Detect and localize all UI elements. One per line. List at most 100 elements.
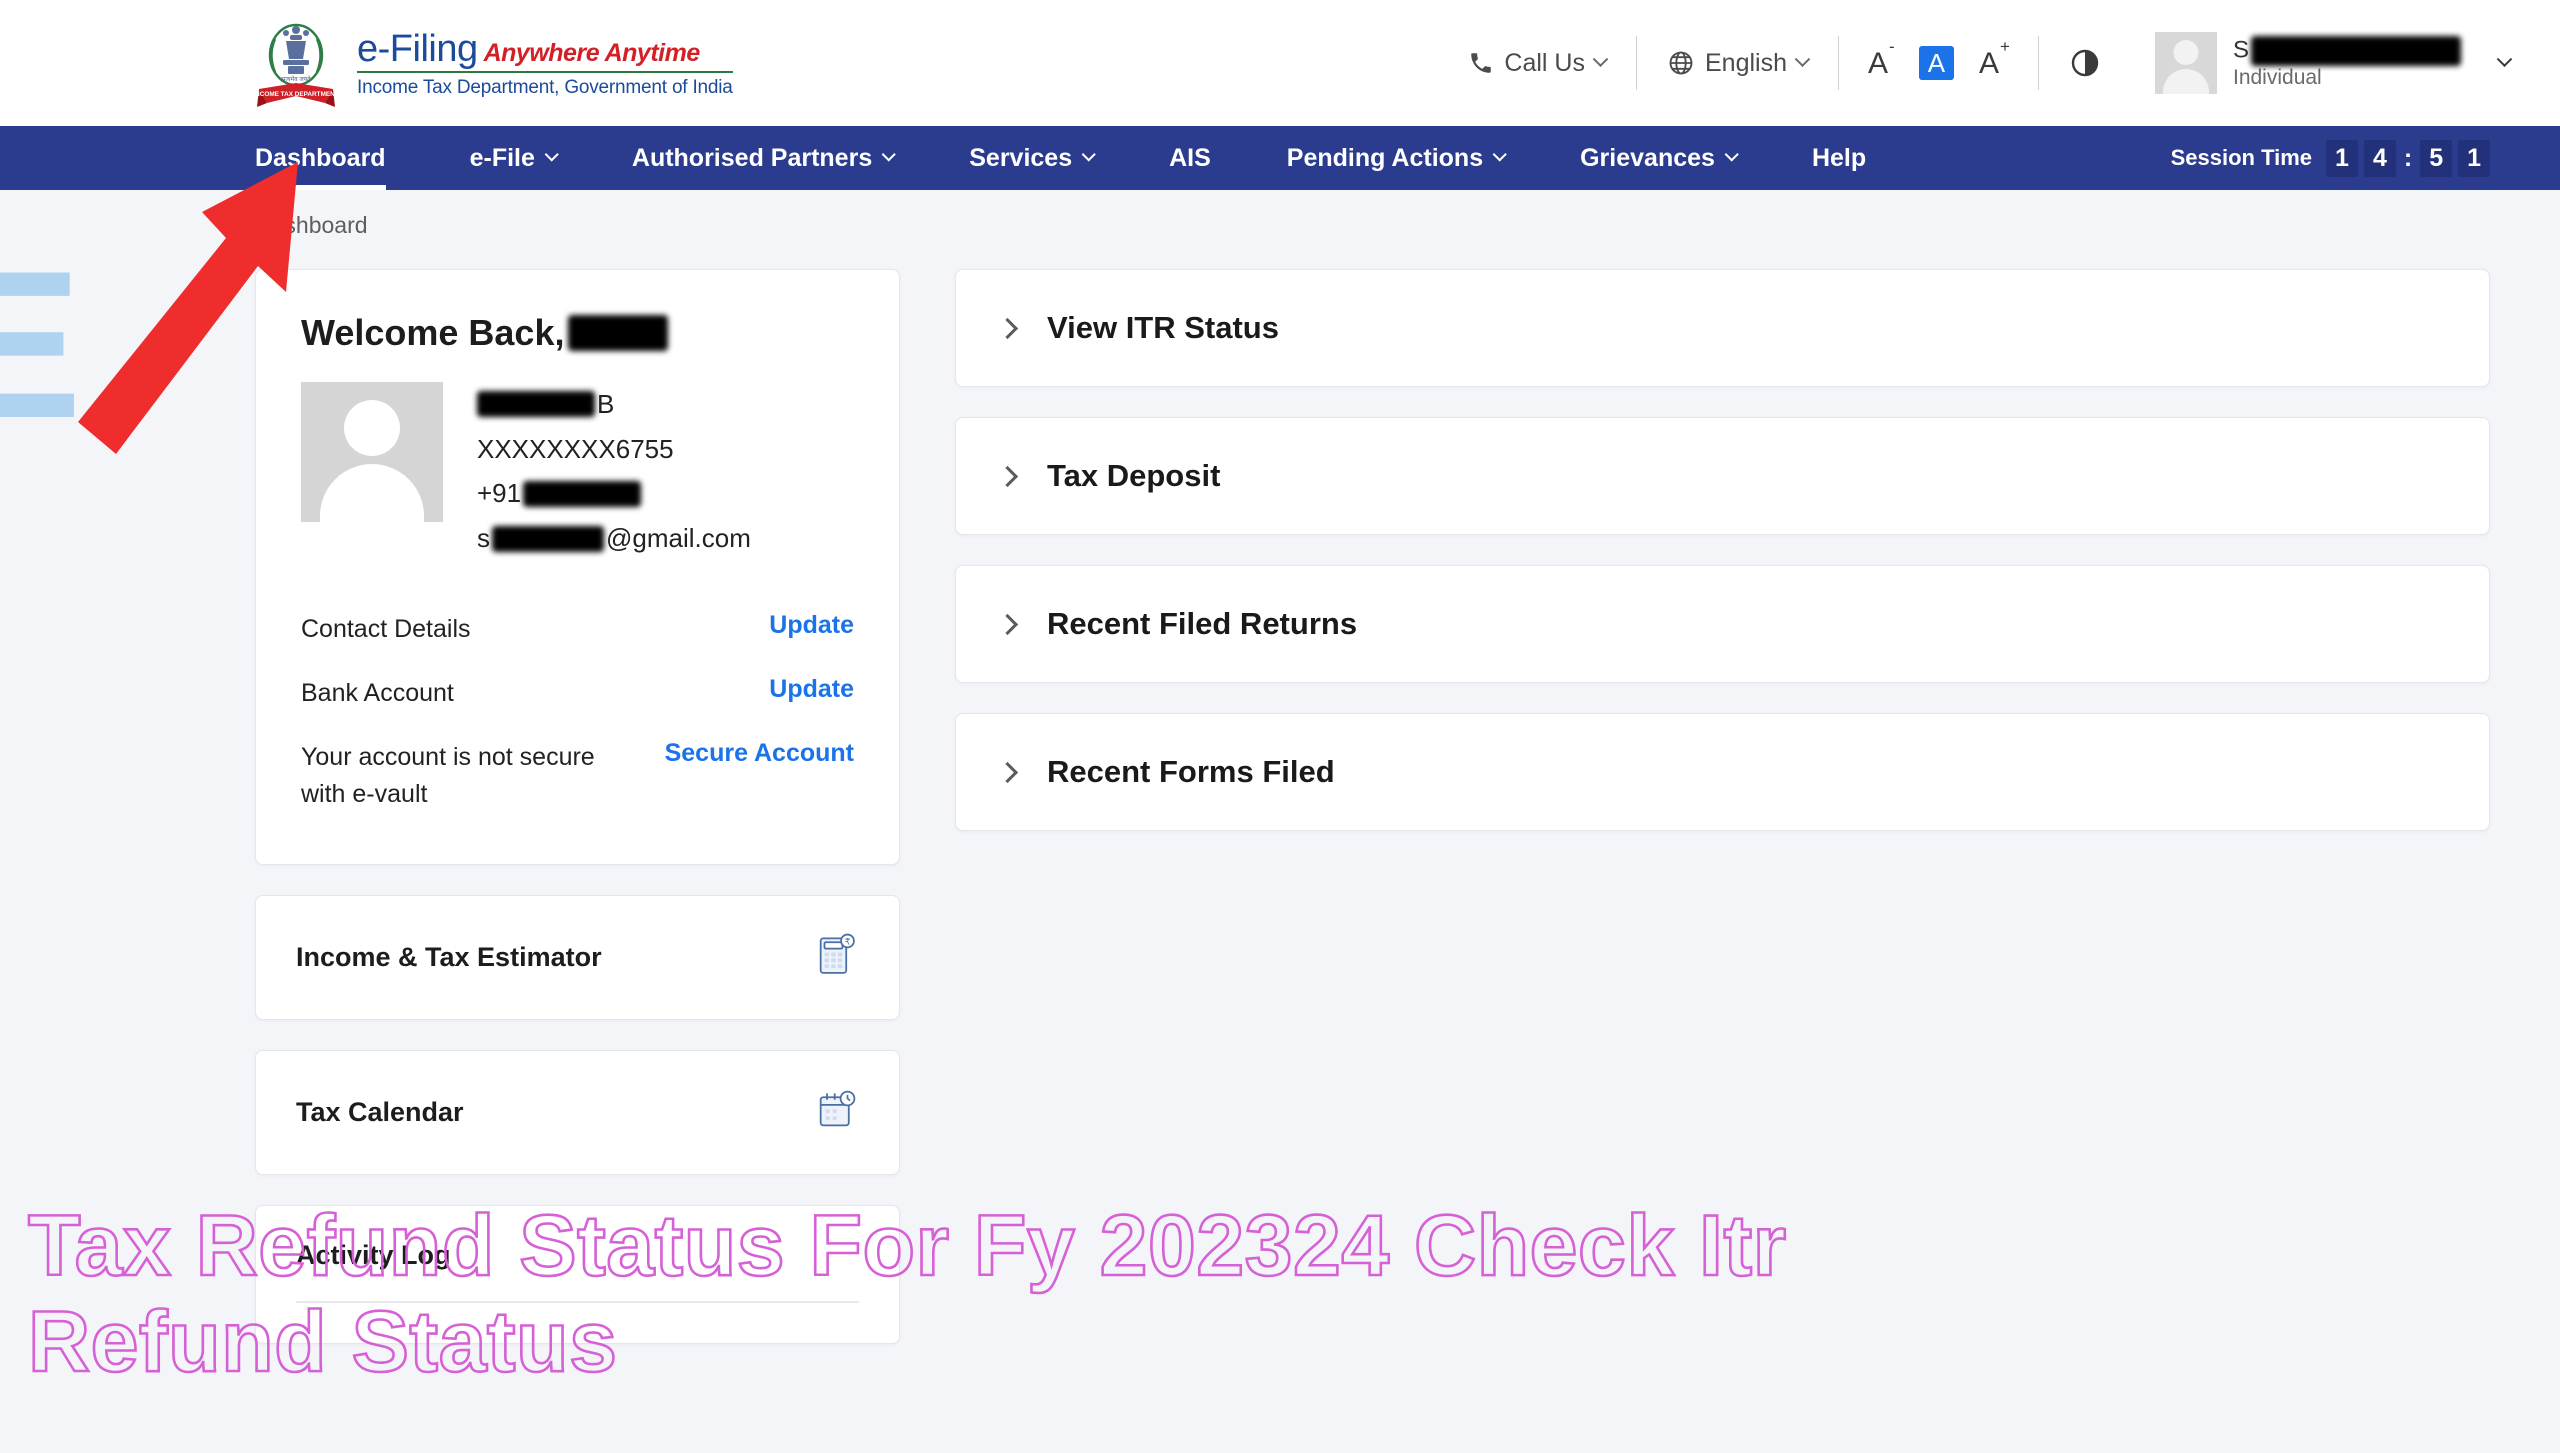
- nav-item-grievances[interactable]: Grievances: [1542, 126, 1774, 190]
- nav-item-pending-actions[interactable]: Pending Actions: [1249, 126, 1542, 190]
- profile-name: S: [2233, 35, 2461, 66]
- brand-text: e-Filing Anywhere Anytime Income Tax Depa…: [357, 28, 733, 99]
- call-us-menu[interactable]: Call Us: [1438, 49, 1636, 78]
- row-label: Bank Account: [301, 679, 454, 708]
- accordion-title: Recent Forms Filed: [1047, 754, 1335, 789]
- chevron-down-icon: [1492, 147, 1507, 162]
- language-menu[interactable]: English: [1637, 49, 1838, 78]
- font-increase-button[interactable]: A+: [1976, 38, 2012, 81]
- profile-role: Individual: [2232, 65, 2322, 89]
- chevron-down-icon: [1592, 50, 1609, 67]
- accordion-recent-filed-returns[interactable]: Recent Filed Returns: [955, 565, 2490, 683]
- tile-title: Income & Tax Estimator: [296, 941, 602, 972]
- font-normal-button[interactable]: A: [1918, 46, 1955, 80]
- secure-account-link[interactable]: Secure Account: [665, 739, 854, 768]
- row-label: Contact Details: [301, 614, 471, 643]
- session-colon: :: [2403, 143, 2413, 172]
- redaction-block: [568, 315, 669, 351]
- session-digit: 5: [2420, 139, 2453, 177]
- accordion-tax-deposit[interactable]: Tax Deposit: [955, 417, 2490, 535]
- brand-logo[interactable]: सत्यमेव जयते INCOME TAX DEPARTMENT e-Fil…: [255, 17, 733, 109]
- session-digit: 1: [2326, 139, 2358, 177]
- email-prefix: s: [477, 523, 490, 554]
- email-line: s @gmail.com: [477, 516, 751, 561]
- row-contact-details: Contact Details Update: [301, 597, 854, 661]
- accordion-recent-forms-filed[interactable]: Recent Forms Filed: [955, 713, 2490, 831]
- svg-text:सत्यमेव जयते: सत्यमेव जयते: [281, 75, 311, 83]
- chevron-right-icon: [996, 613, 1019, 635]
- profile-photo-placeholder: [301, 382, 443, 522]
- redaction-block: [523, 480, 642, 507]
- brand-title: e-Filing: [357, 27, 478, 70]
- divider: [296, 1300, 859, 1303]
- phone-icon: [1468, 50, 1494, 76]
- chevron-down-icon: [1724, 147, 1739, 162]
- svg-text:₹: ₹: [845, 936, 851, 946]
- profile-menu[interactable]: S Individual: [2131, 32, 2520, 94]
- row-evault-security: Your account is not secure with e-vault …: [301, 725, 854, 826]
- row-bank-account: Bank Account Update: [301, 661, 854, 725]
- activity-log-title: Activity Log: [296, 1239, 451, 1270]
- tile-tax-calendar[interactable]: Tax Calendar: [255, 1049, 900, 1175]
- contrast-toggle-button[interactable]: [2039, 47, 2131, 79]
- nav-label: Services: [969, 143, 1073, 172]
- welcome-greeting: Welcome Back,: [301, 312, 565, 353]
- session-digits: 1 4 : 5 1: [2326, 139, 2490, 177]
- chevron-right-icon: [996, 465, 1019, 487]
- email-suffix: @gmail.com: [606, 523, 751, 554]
- profile-texts: S Individual: [2232, 35, 2461, 90]
- welcome-body: B XXXXXXXX6755 +91 s @gmail.com: [301, 382, 854, 561]
- aadhaar-line: XXXXXXXX6755: [477, 433, 674, 464]
- brand-title-row: e-Filing Anywhere Anytime: [357, 30, 733, 68]
- font-decrease-button[interactable]: A-: [1865, 38, 1897, 81]
- page-root: E P T G: [0, 0, 2560, 1453]
- welcome-card: Welcome Back, B XXXXXXXX6755 +91 s @gmai…: [255, 269, 900, 865]
- contrast-icon: [2069, 47, 2101, 79]
- redaction-block: [477, 391, 595, 418]
- session-digit: 4: [2363, 139, 2396, 177]
- nav-item-dashboard[interactable]: Dashboard: [255, 126, 432, 190]
- globe-icon: [1667, 49, 1695, 77]
- dashboard-columns: Welcome Back, B XXXXXXXX6755 +91 s @gmai…: [255, 269, 2490, 1344]
- chevron-down-icon: [544, 147, 559, 162]
- chevron-down-icon: [1794, 50, 1811, 67]
- accordion-view-itr-status[interactable]: View ITR Status: [955, 269, 2490, 387]
- activity-log-card[interactable]: Activity Log: [255, 1204, 900, 1344]
- avatar: [2154, 32, 2217, 94]
- redaction-block: [492, 525, 604, 552]
- nav-item-ais[interactable]: AIS: [1131, 126, 1249, 190]
- nav-item-help[interactable]: Help: [1774, 126, 1904, 190]
- brand-rule: [357, 70, 733, 73]
- header-actions: Call Us English A- A A+ S Individual: [1438, 0, 2520, 126]
- breadcrumb: Dashboard: [255, 212, 368, 238]
- chevron-right-icon: [996, 317, 1019, 339]
- chevron-right-icon: [996, 761, 1019, 783]
- pan-line: B: [477, 382, 751, 427]
- nav-item-services[interactable]: Services: [931, 126, 1131, 190]
- right-column: View ITR Status Tax Deposit Recent Filed…: [955, 269, 2490, 831]
- site-header: सत्यमेव जयते INCOME TAX DEPARTMENT e-Fil…: [0, 0, 2560, 126]
- nav-label: Authorised Partners: [631, 143, 873, 172]
- update-bank-account-link[interactable]: Update: [769, 675, 854, 704]
- brand-tagline: Anywhere Anytime: [483, 38, 701, 67]
- tile-title: Tax Calendar: [296, 1096, 464, 1127]
- chevron-down-icon: [1081, 147, 1096, 162]
- calendar-clock-icon: [813, 1087, 859, 1138]
- nav-label: AIS: [1169, 143, 1211, 172]
- left-column: Welcome Back, B XXXXXXXX6755 +91 s @gmai…: [255, 269, 900, 1344]
- update-contact-details-link[interactable]: Update: [769, 611, 854, 640]
- welcome-title: Welcome Back,: [301, 312, 854, 354]
- nav-item-efile[interactable]: e-File: [432, 126, 594, 190]
- svg-text:INCOME TAX DEPARTMENT: INCOME TAX DEPARTMENT: [255, 91, 337, 98]
- chevron-down-icon[interactable]: [2496, 50, 2513, 67]
- account-actions: Contact Details Update Bank Account Upda…: [301, 597, 854, 826]
- call-us-label: Call Us: [1504, 48, 1585, 77]
- india-emblem-icon: सत्यमेव जयते INCOME TAX DEPARTMENT: [255, 17, 337, 109]
- accordion-title: Tax Deposit: [1047, 458, 1221, 493]
- nav-item-authorised-partners[interactable]: Authorised Partners: [594, 126, 931, 190]
- calculator-rupee-icon: ₹: [813, 932, 859, 983]
- tile-income-tax-estimator[interactable]: Income & Tax Estimator ₹: [255, 894, 900, 1020]
- session-timer: Session Time 1 4 : 5 1: [2171, 126, 2490, 190]
- chevron-down-icon: [881, 147, 897, 162]
- session-label: Session Time: [2170, 145, 2313, 170]
